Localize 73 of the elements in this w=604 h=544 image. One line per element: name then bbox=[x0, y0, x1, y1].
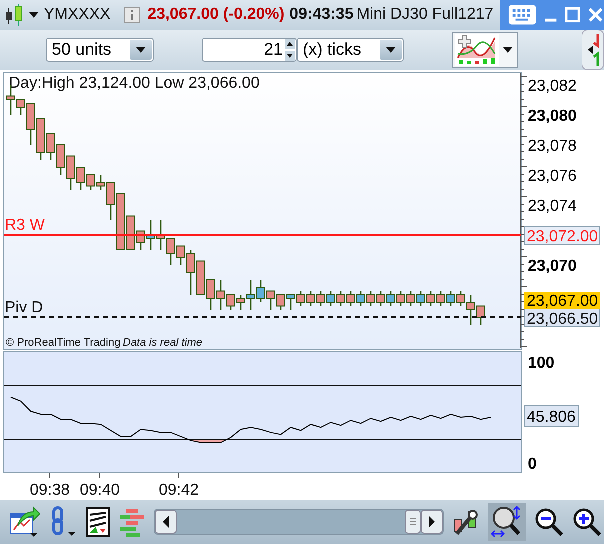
candle bbox=[446, 291, 456, 306]
candle bbox=[266, 290, 276, 310]
scroll-left-icon[interactable] bbox=[155, 510, 177, 534]
price-axis-label: 23,078 bbox=[528, 138, 577, 155]
candle bbox=[316, 291, 326, 306]
candle bbox=[396, 291, 406, 306]
candle bbox=[386, 291, 396, 306]
price-tag: 23,072.00 bbox=[524, 226, 600, 246]
maximize-icon[interactable] bbox=[564, 7, 580, 23]
candle bbox=[196, 260, 206, 296]
chart-export-icon[interactable] bbox=[10, 506, 40, 538]
caret-icon[interactable] bbox=[29, 12, 39, 18]
price-axis-label: 23,070 bbox=[528, 258, 577, 275]
zoom-area-button[interactable] bbox=[488, 503, 526, 541]
caret-icon bbox=[386, 47, 396, 53]
instrument-name: Mini DJ30 Full1217 bbox=[356, 6, 494, 24]
step-spinner[interactable]: 21 bbox=[202, 38, 297, 62]
zoom-in-icon[interactable] bbox=[572, 507, 602, 537]
pivot-label: Piv D bbox=[5, 300, 44, 316]
day-range-text: Day:High 23,124.00 Low 23,066.00 bbox=[9, 75, 260, 92]
price-tag: 23,066.50 bbox=[524, 308, 600, 328]
indicator-button[interactable] bbox=[452, 32, 518, 68]
candle bbox=[426, 291, 436, 306]
candle bbox=[326, 291, 336, 306]
scroll-right-icon[interactable] bbox=[421, 510, 443, 534]
horizontal-scrollbar[interactable] bbox=[154, 509, 444, 535]
unit-select[interactable]: (x) ticks bbox=[297, 38, 404, 62]
candle bbox=[56, 144, 66, 175]
price-axis-label: 23,082 bbox=[528, 78, 577, 95]
info-icon[interactable] bbox=[124, 7, 140, 23]
indicator-chart-icon bbox=[455, 34, 499, 66]
time-axis-label: 09:42 bbox=[158, 482, 200, 499]
candle bbox=[306, 291, 316, 306]
swap-arrows-icon[interactable] bbox=[582, 30, 604, 70]
price-change: 23,067.00 (-0.20%) bbox=[148, 6, 285, 24]
caret-icon bbox=[503, 47, 513, 53]
candle bbox=[286, 294, 296, 310]
time-axis-label: 09:40 bbox=[80, 482, 120, 499]
candle bbox=[156, 220, 166, 250]
oscillator-axis-label: 100 bbox=[528, 355, 555, 372]
document-chart-icon[interactable] bbox=[86, 507, 110, 537]
last-price-tag: 23,067.00 bbox=[524, 292, 600, 310]
candle bbox=[336, 291, 346, 306]
candle bbox=[206, 280, 216, 310]
candle bbox=[406, 291, 416, 306]
price-axis-label: 23,080 bbox=[528, 108, 577, 125]
candle bbox=[166, 238, 176, 265]
candle bbox=[356, 291, 366, 306]
candle bbox=[296, 291, 306, 306]
candle bbox=[256, 280, 266, 302]
copyright-text: © ProRealTime Trading bbox=[6, 337, 121, 349]
spin-arrows-icon[interactable] bbox=[285, 39, 295, 61]
resistance-label: R3 W bbox=[5, 217, 45, 234]
keyboard-icon[interactable] bbox=[508, 4, 538, 26]
period-select[interactable]: 50 units bbox=[46, 38, 154, 62]
close-icon[interactable] bbox=[588, 7, 604, 23]
oscillator-value-tag: 45.806 bbox=[524, 405, 579, 427]
candle bbox=[346, 291, 356, 306]
price-axis-label: 23,076 bbox=[528, 168, 577, 185]
candle bbox=[376, 291, 386, 306]
candle bbox=[276, 294, 286, 310]
price-axis-label: 23,074 bbox=[528, 198, 577, 215]
symbol-name[interactable]: YMXXXX bbox=[44, 6, 111, 24]
zoom-out-icon[interactable] bbox=[534, 507, 564, 537]
time-axis-label: 09:38 bbox=[30, 482, 70, 499]
data-note: Data is real time bbox=[123, 337, 202, 349]
oscillator-axis-label: 0 bbox=[528, 456, 537, 473]
scroll-grip-icon[interactable] bbox=[405, 510, 421, 534]
candle bbox=[436, 291, 446, 306]
candle bbox=[366, 291, 376, 306]
candle bbox=[416, 291, 426, 306]
caret-icon bbox=[136, 47, 146, 53]
clock-time: 09:43:35 bbox=[290, 6, 354, 24]
